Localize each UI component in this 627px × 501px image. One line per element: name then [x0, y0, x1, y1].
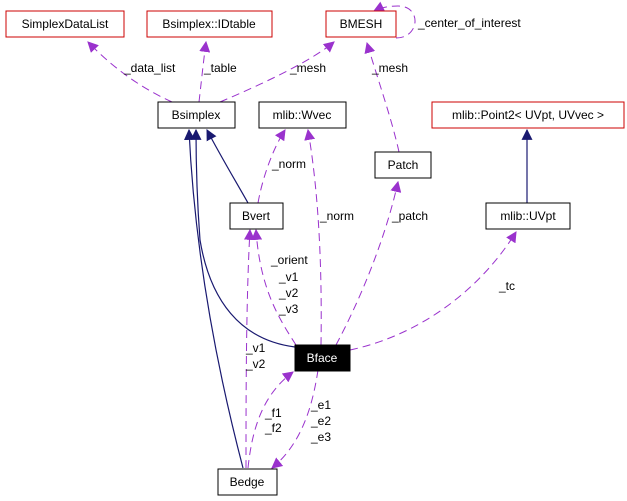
svg-text:Bedge: Bedge	[230, 475, 265, 489]
node-bsimplex[interactable]: Bsimplex	[157, 101, 236, 129]
edge-bsimplex-simplexdatalist: _data_list	[87, 41, 176, 103]
svg-text:Bface: Bface	[307, 351, 338, 365]
node-patch[interactable]: Patch	[374, 151, 432, 179]
edge-label-e1: _e1	[310, 398, 331, 412]
edge-label-data-list: _data_list	[123, 61, 176, 75]
edge-bface-patch: _patch	[335, 180, 428, 346]
svg-text:mlib::Point2< UVpt, UVvec >: mlib::Point2< UVpt, UVvec >	[452, 108, 604, 122]
edge-label-v3: _v3	[278, 302, 299, 316]
edge-label-bface-norm: _norm	[319, 209, 354, 223]
edge-label-v2: _v2	[278, 286, 299, 300]
node-bedge[interactable]: Bedge	[217, 468, 278, 496]
edge-bface-bvert: _orient _v1 _v2 _v3	[251, 228, 308, 346]
edge-label-f1: _f1	[264, 406, 282, 420]
svg-text:Bvert: Bvert	[242, 209, 271, 223]
edge-label-bedge-v2: _v2	[245, 357, 266, 371]
node-bsimplex-idtable[interactable]: Bsimplex::IDtable	[146, 10, 273, 38]
edge-label-e3: _e3	[310, 430, 331, 444]
edge-label-center-of-interest: _center_of_interest	[417, 16, 521, 30]
node-simplexdatalist[interactable]: SimplexDataList	[5, 10, 125, 38]
node-mlib-wvec[interactable]: mlib::Wvec	[258, 101, 347, 129]
edge-bface-wvec: _norm	[304, 128, 354, 346]
svg-text:SimplexDataList: SimplexDataList	[22, 17, 109, 31]
edge-bsimplex-idtable: _table	[198, 40, 237, 103]
collaboration-diagram: _data_list _table _mesh _center_of_inter…	[5, 1, 625, 496]
svg-text:mlib::Wvec: mlib::Wvec	[273, 108, 332, 122]
edge-label-mesh: _mesh	[289, 61, 326, 75]
edge-bvert-wvec: _norm	[257, 129, 306, 204]
node-bvert[interactable]: Bvert	[229, 202, 284, 230]
edge-bedge-bvert: _v1 _v2	[243, 228, 266, 469]
edge-label-f2: _f2	[264, 421, 282, 435]
edge-label-orient: _orient	[270, 253, 308, 267]
svg-text:mlib::UVpt: mlib::UVpt	[500, 209, 556, 223]
node-mlib-uvpt[interactable]: mlib::UVpt	[485, 202, 571, 230]
svg-text:Bsimplex: Bsimplex	[172, 108, 221, 122]
edge-bface-uvpt: _tc	[349, 231, 517, 351]
edge-label-table: _table	[203, 61, 237, 75]
edge-patch-bmesh: _mesh	[364, 41, 408, 153]
node-bmesh[interactable]: BMESH	[325, 10, 397, 38]
node-bface[interactable]: Bface	[294, 344, 351, 372]
svg-text:BMESH: BMESH	[340, 17, 383, 31]
edge-label-bvert-norm: _norm	[271, 157, 306, 171]
edge-label-bedge-v1: _v1	[245, 341, 266, 355]
edge-label-patch-mesh: _mesh	[371, 61, 408, 75]
edge-label-tc: _tc	[498, 279, 515, 293]
svg-text:Patch: Patch	[388, 158, 419, 172]
edge-bsimplex-bmesh: _mesh	[219, 41, 335, 103]
node-mlib-point2[interactable]: mlib::Point2< UVpt, UVvec >	[431, 101, 625, 129]
edge-bedge-bface: _f1 _f2	[247, 371, 294, 469]
edge-label-patch: _patch	[391, 209, 428, 223]
edge-label-v1: _v1	[278, 270, 299, 284]
edge-label-e2: _e2	[310, 414, 331, 428]
svg-text:Bsimplex::IDtable: Bsimplex::IDtable	[162, 17, 256, 31]
edge-bvert-bsimplex	[206, 129, 249, 204]
